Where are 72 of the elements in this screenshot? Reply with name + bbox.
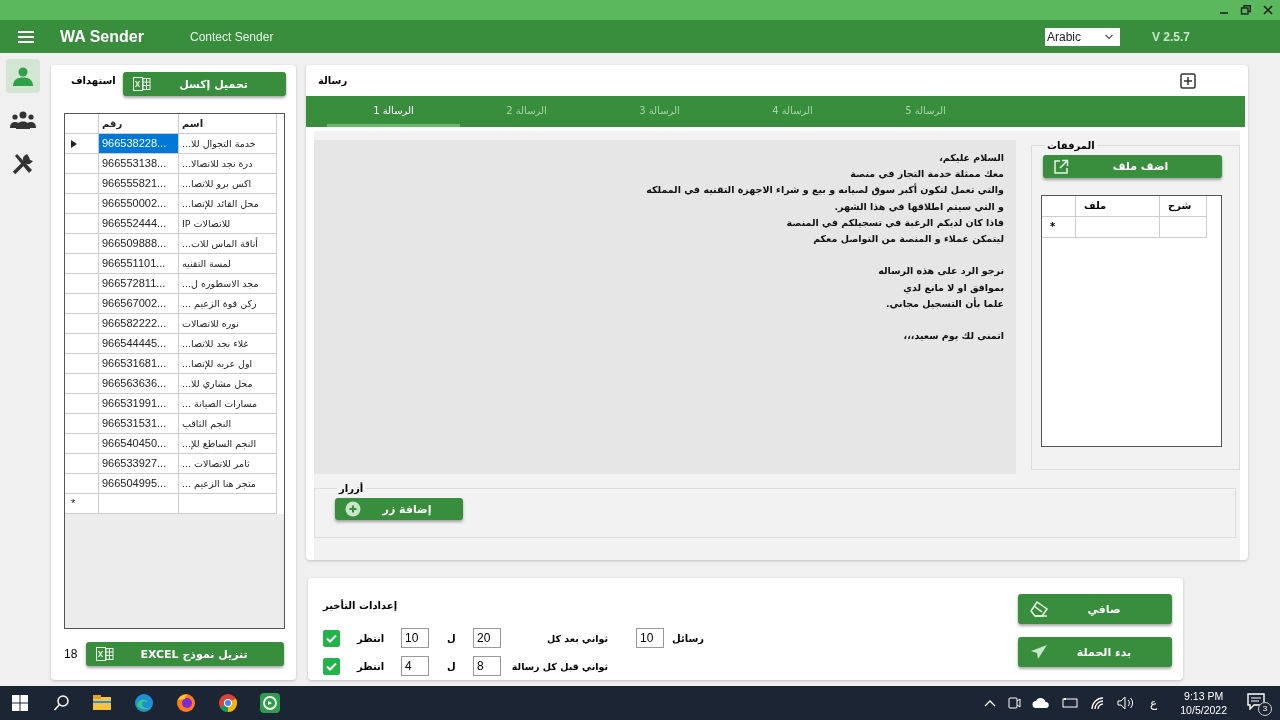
version-label: V 2.5.7 [1151,29,1190,44]
app-icon[interactable] [175,692,197,714]
field-label: ثواني بعد كل [546,632,609,644]
send-icon [1030,644,1048,660]
check-icon [326,633,337,643]
language-dropdown[interactable]: Arabic [1044,27,1120,46]
field-label: ل [446,632,457,644]
field-label: ل [446,660,457,672]
download-template-button[interactable]: EXCEL تنزيل نموذج [86,642,284,666]
group-label: أزرار [337,483,365,494]
close-icon[interactable] [1262,4,1274,16]
app-subtitle: Contect Sender [190,29,274,44]
number-field[interactable]: 10 [636,628,664,648]
table-cell: 966538228... [99,134,179,154]
new-row-marker: * [1050,221,1056,232]
chevron-up-icon[interactable] [984,699,997,707]
row-count: 18 [64,647,79,661]
field-label: انتظر [355,632,386,644]
cloud-icon[interactable] [1032,697,1051,709]
group-label: المرفقات [1046,140,1096,151]
clear-button[interactable]: صافي [1018,594,1172,624]
plus-circle-icon [345,501,361,517]
add-tab-icon[interactable] [1180,72,1196,89]
message-tab[interactable]: الرسالة 3 [593,96,726,127]
menu-icon[interactable] [17,29,35,44]
app-icon[interactable] [217,692,239,714]
load-excel-button[interactable]: تحميل إكسل [123,72,286,96]
volume-icon[interactable] [1117,696,1136,710]
message-text-area[interactable]: السلام عليكم، معك ممثلة خدمة التجار في منصة والتي تعمل لتكون أكبر سوق لصيانه و بيع و شراء الاجهزة التقنيه في المملكه و التي سيتم اطلاقها في هذا الشهر. فاذا كان لديكم الرغبة في تسجيلكم في المنصة ليتمكن عملاء و المنصة من التواصل معكم نرجو الرد على هذه الرساله بموافق او لا مانع لدي علما بأن التسجيل مجاني. اتمنى لك يوم سعيد،،، [314,140,1016,474]
external-link-icon [1053,158,1069,175]
field-label: رسائل [671,632,706,644]
chevron-down-icon [1103,32,1114,41]
start-campaign-button[interactable]: بدء الحملة [1018,637,1172,667]
section-label: استهداف [70,75,117,86]
battery-icon[interactable] [1061,697,1080,709]
add-button-button[interactable]: إضافة زر [335,498,463,520]
message-tab[interactable]: الرسالة 5 [859,96,992,127]
camera-icon[interactable] [1007,695,1022,711]
table-cell [1160,217,1207,238]
check-icon [326,661,337,671]
app-icon[interactable] [259,692,281,714]
column-header: شرح [1160,196,1207,217]
notification-icon[interactable] [1246,692,1266,710]
restore-icon[interactable] [1240,4,1252,16]
spreadsheet-icon [96,647,114,661]
tools-icon[interactable] [10,152,36,176]
app-title: WA Sender [60,27,145,46]
column-header: ملف [1076,196,1160,217]
section-label: إعدادات التأخير [323,600,399,613]
checkbox[interactable] [323,657,340,675]
notification-count: 3 [1258,702,1272,716]
eraser-icon [1030,601,1048,617]
panel-title: رسالة [318,75,348,86]
input-language[interactable]: ع [1150,696,1158,710]
number-field[interactable]: 4 [401,656,429,676]
search-icon[interactable] [53,694,71,712]
number-field[interactable]: 8 [473,656,501,676]
message-tab[interactable]: الرسالة 4 [726,96,859,127]
field-label: ثواني قبل كل رسالة [510,660,609,672]
add-file-button[interactable]: اضف ملف [1043,155,1222,178]
message-tab[interactable]: الرسالة 1 [327,96,460,127]
clock-date: 10/5/2022 [1180,703,1227,717]
new-row-marker: * [71,496,76,511]
number-field[interactable]: 20 [473,628,501,648]
message-tab[interactable]: الرسالة 2 [460,96,593,127]
checkbox[interactable] [323,629,340,647]
spreadsheet-icon [133,77,152,91]
number-field[interactable]: 10 [401,628,429,648]
field-label: انتظر [355,660,386,672]
app-icon[interactable] [133,692,155,714]
clock-time: 9:13 PM [1184,689,1224,703]
windows-start-icon[interactable] [11,694,29,712]
